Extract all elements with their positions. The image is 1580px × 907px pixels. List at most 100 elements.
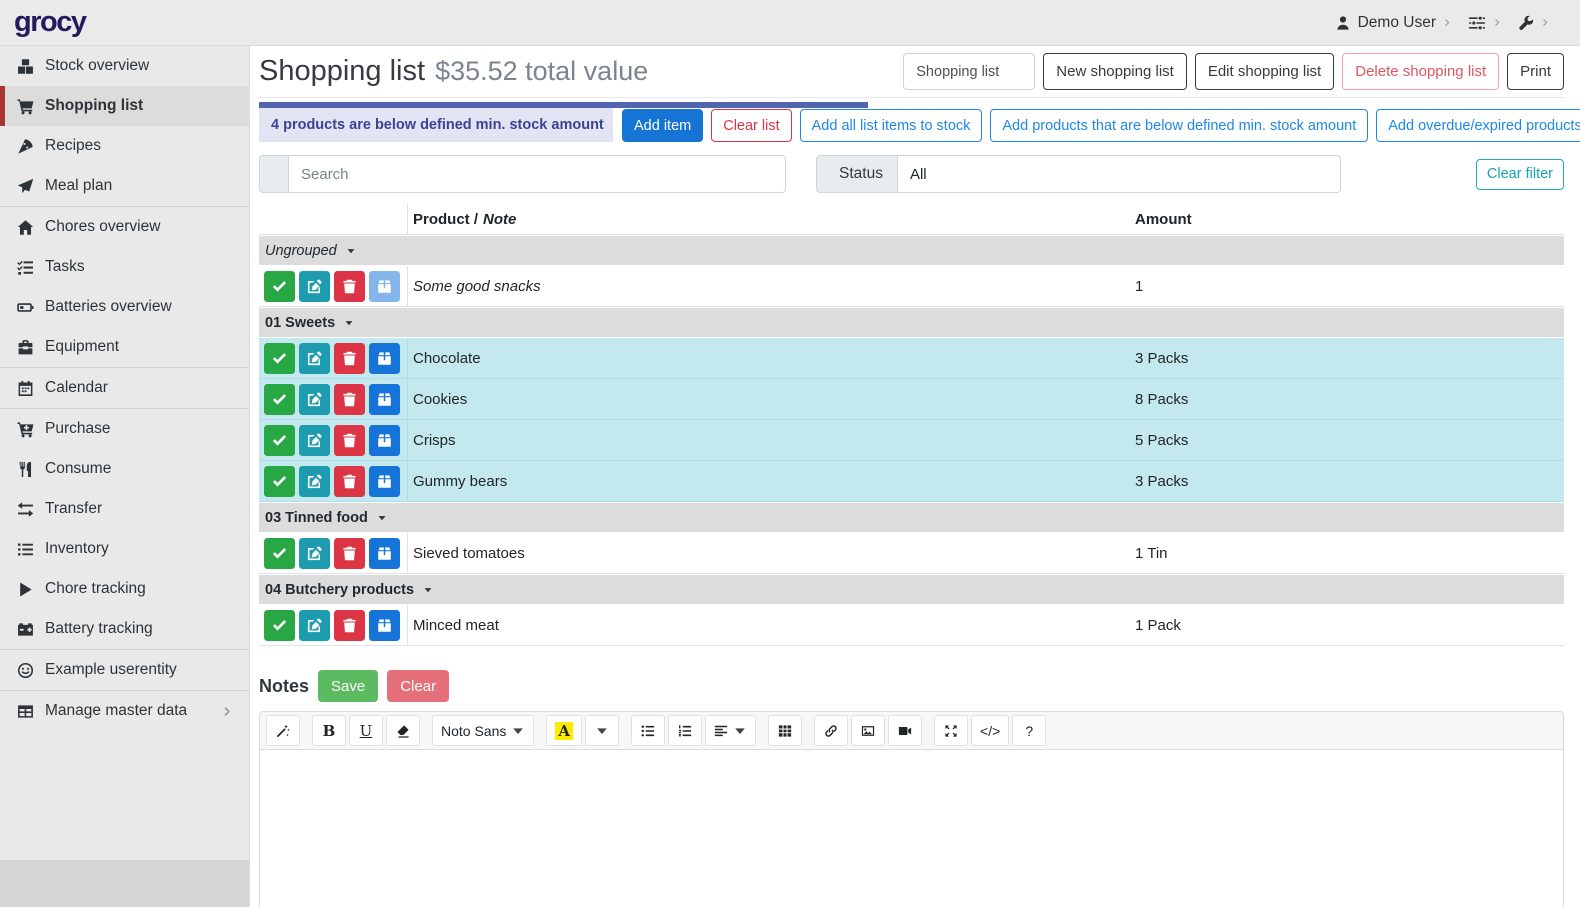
delete-item-button[interactable] xyxy=(334,425,365,456)
edit-item-button[interactable] xyxy=(299,466,330,497)
code-view-button[interactable]: </> xyxy=(971,715,1009,746)
edit-item-button[interactable] xyxy=(299,610,330,641)
sidebar-item-inventory[interactable]: Inventory xyxy=(0,529,249,569)
product-column-header[interactable]: Product / Note xyxy=(408,204,1128,234)
row-actions-cell xyxy=(259,533,408,573)
ordered-list-button[interactable] xyxy=(668,715,702,746)
add-products-below-min-stock-button[interactable]: Add products that are below defined min.… xyxy=(990,109,1368,142)
clear-note-button[interactable]: Clear xyxy=(387,670,449,702)
sidebar-item-equipment[interactable]: Equipment xyxy=(0,327,249,367)
toolbox-icon xyxy=(15,339,35,356)
add-overdue-expired-button[interactable]: Add overdue/expired products xyxy=(1376,109,1580,142)
sidebar-item-batteries-overview[interactable]: Batteries overview xyxy=(0,287,249,327)
delete-item-button[interactable] xyxy=(334,343,365,374)
grid-icon xyxy=(778,724,792,738)
user-menu[interactable]: Demo User xyxy=(1335,14,1452,32)
utensils-icon xyxy=(15,461,35,478)
delete-item-button[interactable] xyxy=(334,384,365,415)
pizza-icon xyxy=(15,138,35,155)
unordered-list-button[interactable] xyxy=(631,715,665,746)
new-shopping-list-button[interactable]: New shopping list xyxy=(1043,53,1187,90)
insert-video-button[interactable] xyxy=(888,715,922,746)
sidebar-item-meal-plan[interactable]: Meal plan xyxy=(0,166,249,206)
insert-picture-button[interactable] xyxy=(851,715,885,746)
underline-button[interactable]: U xyxy=(349,715,383,746)
clear-list-button[interactable]: Clear list xyxy=(711,109,791,142)
delete-item-button[interactable] xyxy=(334,538,365,569)
sidebar-item-shopping-list[interactable]: Shopping list xyxy=(0,86,249,126)
edit-item-button[interactable] xyxy=(299,384,330,415)
save-note-button[interactable]: Save xyxy=(318,670,378,702)
product-cell: Crisps xyxy=(408,420,1128,460)
edit-item-button[interactable] xyxy=(299,538,330,569)
sidebar-item-tasks[interactable]: Tasks xyxy=(0,247,249,287)
edit-shopping-list-button[interactable]: Edit shopping list xyxy=(1195,53,1334,90)
mark-done-button[interactable] xyxy=(264,466,295,497)
help-button[interactable]: ? xyxy=(1012,715,1046,746)
edit-item-button[interactable] xyxy=(299,343,330,374)
fullscreen-button[interactable] xyxy=(934,715,968,746)
mark-done-button[interactable] xyxy=(264,343,295,374)
delete-item-button[interactable] xyxy=(334,610,365,641)
sidebar-item-example-userentity[interactable]: Example userentity xyxy=(0,650,249,690)
search-input[interactable] xyxy=(289,155,786,193)
product-group-row[interactable]: 01 Sweets xyxy=(259,307,1564,338)
add-to-stock-button[interactable] xyxy=(369,271,400,302)
delete-item-button[interactable] xyxy=(334,466,365,497)
sidebar-collapse-button[interactable] xyxy=(0,860,249,907)
clear-filter-button[interactable]: Clear filter xyxy=(1476,159,1564,190)
sidebar-item-label: Shopping list xyxy=(45,97,143,115)
product-group-row[interactable]: 04 Butchery products xyxy=(259,574,1564,605)
font-family-button[interactable]: Noto Sans xyxy=(432,715,534,746)
sidebar-item-calendar[interactable]: Calendar xyxy=(0,368,249,408)
paragraph-align-button[interactable] xyxy=(705,715,756,746)
mark-done-button[interactable] xyxy=(264,610,295,641)
sidebar-item-chore-tracking[interactable]: Chore tracking xyxy=(0,569,249,609)
sidebar-item-manage-master-data[interactable]: Manage master data xyxy=(0,691,249,731)
edit-item-button[interactable] xyxy=(299,425,330,456)
sidebar-item-consume[interactable]: Consume xyxy=(0,449,249,489)
font-color-button[interactable]: A xyxy=(546,715,582,746)
sidebar-item-battery-tracking[interactable]: Battery tracking xyxy=(0,609,249,649)
mark-done-button[interactable] xyxy=(264,425,295,456)
delete-item-button[interactable] xyxy=(334,271,365,302)
mark-done-button[interactable] xyxy=(264,538,295,569)
sidebar-item-stock-overview[interactable]: Stock overview xyxy=(0,46,249,86)
mark-done-button[interactable] xyxy=(264,384,295,415)
print-button[interactable]: Print xyxy=(1507,53,1564,90)
edit-item-button[interactable] xyxy=(299,271,330,302)
style-button[interactable] xyxy=(266,715,300,746)
add-all-list-items-to-stock-button[interactable]: Add all list items to stock xyxy=(800,109,983,142)
admin-menu[interactable] xyxy=(1518,15,1550,31)
add-item-button[interactable]: Add item xyxy=(622,109,703,142)
add-to-stock-button[interactable] xyxy=(369,610,400,641)
amount-value: 3 Packs xyxy=(1135,473,1188,490)
delete-shopping-list-button[interactable]: Delete shopping list xyxy=(1342,53,1499,90)
editor-body[interactable] xyxy=(259,750,1564,907)
add-to-stock-button[interactable] xyxy=(369,343,400,374)
caret-down-icon xyxy=(733,724,747,738)
insert-link-button[interactable] xyxy=(814,715,848,746)
sidebar-item-chores-overview[interactable]: Chores overview xyxy=(0,207,249,247)
paper-plane-icon xyxy=(15,178,35,195)
add-to-stock-button[interactable] xyxy=(369,384,400,415)
amount-column-header[interactable]: Amount xyxy=(1128,204,1564,234)
bold-button[interactable]: B xyxy=(312,715,346,746)
mark-done-button[interactable] xyxy=(264,271,295,302)
font-color-caret-button[interactable] xyxy=(585,715,619,746)
sidebar-item-recipes[interactable]: Recipes xyxy=(0,126,249,166)
settings-menu[interactable] xyxy=(1468,14,1502,32)
sidebar-item-purchase[interactable]: Purchase xyxy=(0,409,249,449)
sidebar-item-transfer[interactable]: Transfer xyxy=(0,489,249,529)
product-group-row[interactable]: 03 Tinned food xyxy=(259,502,1564,533)
shopping-list-selector[interactable]: Shopping list xyxy=(903,53,1035,90)
product-group-row[interactable]: Ungrouped xyxy=(259,235,1564,266)
add-to-stock-button[interactable] xyxy=(369,538,400,569)
clear-formatting-button[interactable] xyxy=(386,715,420,746)
add-to-stock-button[interactable] xyxy=(369,425,400,456)
status-select[interactable]: All xyxy=(898,155,1341,193)
battery-icon xyxy=(15,299,35,316)
product-group-label: 01 Sweets xyxy=(265,315,335,331)
insert-table-button[interactable] xyxy=(768,715,802,746)
add-to-stock-button[interactable] xyxy=(369,466,400,497)
